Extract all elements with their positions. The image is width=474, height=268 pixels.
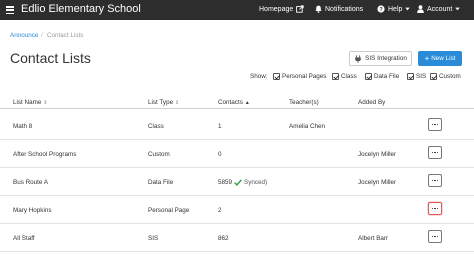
school-name[interactable]: Edlio Elementary School xyxy=(21,3,141,15)
sis-integration-label: SIS Integration xyxy=(365,55,407,62)
filters-show-label: Show: xyxy=(250,73,268,80)
filter-label: Data File xyxy=(374,73,400,80)
column-header-list-name[interactable]: List Name ⇕ xyxy=(13,99,48,106)
filter-data-file[interactable]: Data File xyxy=(365,73,399,80)
sort-icon: ⇕ xyxy=(43,99,48,106)
check-icon xyxy=(234,179,242,186)
contacts-count: 5859 xyxy=(218,179,233,186)
notifications-label: Notifications xyxy=(325,5,364,13)
added-by: Jocelyn Miller xyxy=(358,179,397,186)
column-header-added-by: Added By xyxy=(358,99,385,106)
filter-custom[interactable]: Custom xyxy=(430,73,461,80)
list-name[interactable]: Math 8 xyxy=(13,123,32,130)
notifications-link[interactable]: Notifications xyxy=(315,5,363,13)
plus-icon: + xyxy=(424,53,430,63)
sort-icon: ⇕ xyxy=(175,99,180,106)
column-label: Contacts xyxy=(218,99,243,106)
filter-sis[interactable]: SIS xyxy=(407,73,426,80)
added-by: Albert Barr xyxy=(358,235,389,242)
list-name[interactable]: All Staff xyxy=(13,235,35,242)
contacts-count: 2 xyxy=(218,207,222,214)
sis-integration-button[interactable]: SIS Integration xyxy=(349,51,412,66)
row-actions-button[interactable] xyxy=(428,118,442,131)
column-header-teachers: Teacher(s) xyxy=(289,99,319,106)
sort-ascending-icon: ▲ xyxy=(244,99,250,106)
help-label: Help xyxy=(388,5,403,13)
contacts-count: 0 xyxy=(218,151,222,158)
account-label: Account xyxy=(427,5,453,13)
contacts-cell: 5859 Synced) xyxy=(218,179,267,186)
list-type: SIS xyxy=(148,235,159,242)
help-circle-icon: ? xyxy=(377,5,385,13)
list-name[interactable]: Mary Hopkins xyxy=(13,207,52,214)
column-header-contacts[interactable]: Contacts ▲ xyxy=(218,99,250,106)
column-label: List Type xyxy=(148,99,174,106)
hamburger-menu-icon[interactable] xyxy=(6,6,14,15)
filter-label: Personal Pages xyxy=(282,73,327,80)
column-header-list-type[interactable]: List Type ⇕ xyxy=(148,99,179,106)
breadcrumb-announce-link[interactable]: Announce xyxy=(10,32,38,39)
top-navigation-bar: Edlio Elementary School Homepage Notific… xyxy=(0,0,474,20)
column-label: List Name xyxy=(13,99,42,106)
filter-personal-pages[interactable]: Personal Pages xyxy=(273,73,326,80)
user-icon xyxy=(417,5,424,13)
new-list-button[interactable]: + New List xyxy=(418,51,462,66)
list-name[interactable]: After School Programs xyxy=(13,151,76,158)
added-by: Jocelyn Miller xyxy=(358,151,397,158)
custom-checkbox[interactable] xyxy=(430,73,437,80)
list-type: Class xyxy=(148,123,164,130)
filter-label: Class xyxy=(341,73,357,80)
new-list-label: New List xyxy=(431,55,456,62)
list-name[interactable]: Bus Route A xyxy=(13,179,48,186)
column-label: Added By xyxy=(358,99,386,106)
caret-down-icon xyxy=(455,7,460,11)
external-link-icon xyxy=(296,5,304,13)
data-file-checkbox[interactable] xyxy=(365,73,372,80)
row-actions-button[interactable] xyxy=(428,174,442,187)
row-actions-button[interactable] xyxy=(428,230,442,243)
contacts-count: 862 xyxy=(218,235,229,242)
teacher-name: Amelia Chen xyxy=(289,123,326,130)
table-row[interactable]: After School Programs Custom 0 Jocelyn M… xyxy=(0,140,474,168)
contacts-count: 1 xyxy=(218,123,222,130)
plug-icon xyxy=(355,54,361,63)
help-menu[interactable]: ? Help xyxy=(377,5,411,13)
table-row[interactable]: All Staff SIS 862 Albert Barr xyxy=(0,224,474,252)
breadcrumb-current: Contact Lists xyxy=(47,32,84,39)
synced-status: Synced) xyxy=(244,179,268,186)
personal-pages-checkbox[interactable] xyxy=(273,73,280,80)
filter-class[interactable]: Class xyxy=(332,73,357,80)
filter-label: Custom xyxy=(439,73,461,80)
table-row[interactable]: Mary Hopkins Personal Page 2 xyxy=(0,196,474,224)
column-label: Teacher(s) xyxy=(289,99,319,106)
class-checkbox[interactable] xyxy=(332,73,339,80)
bell-icon xyxy=(315,5,322,13)
row-actions-button[interactable] xyxy=(428,202,442,215)
list-type: Personal Page xyxy=(148,207,190,214)
table-header: List Name ⇕ List Type ⇕ Contacts ▲ Teach… xyxy=(0,96,474,109)
list-type: Custom xyxy=(148,151,170,158)
homepage-label: Homepage xyxy=(259,5,294,13)
breadcrumb-separator: / xyxy=(41,32,43,39)
table-row[interactable]: Math 8 Class 1 Amelia Chen xyxy=(0,112,474,140)
list-type: Data File xyxy=(148,179,174,186)
account-menu[interactable]: Account xyxy=(417,5,460,13)
row-actions-button[interactable] xyxy=(428,146,442,159)
filter-label: SIS xyxy=(416,73,427,80)
caret-down-icon xyxy=(405,7,411,11)
table-row[interactable]: Bus Route A Data File 5859 Synced) Jocel… xyxy=(0,168,474,196)
page-title: Contact Lists xyxy=(10,50,91,66)
sis-checkbox[interactable] xyxy=(407,73,414,80)
homepage-link[interactable]: Homepage xyxy=(259,5,304,13)
